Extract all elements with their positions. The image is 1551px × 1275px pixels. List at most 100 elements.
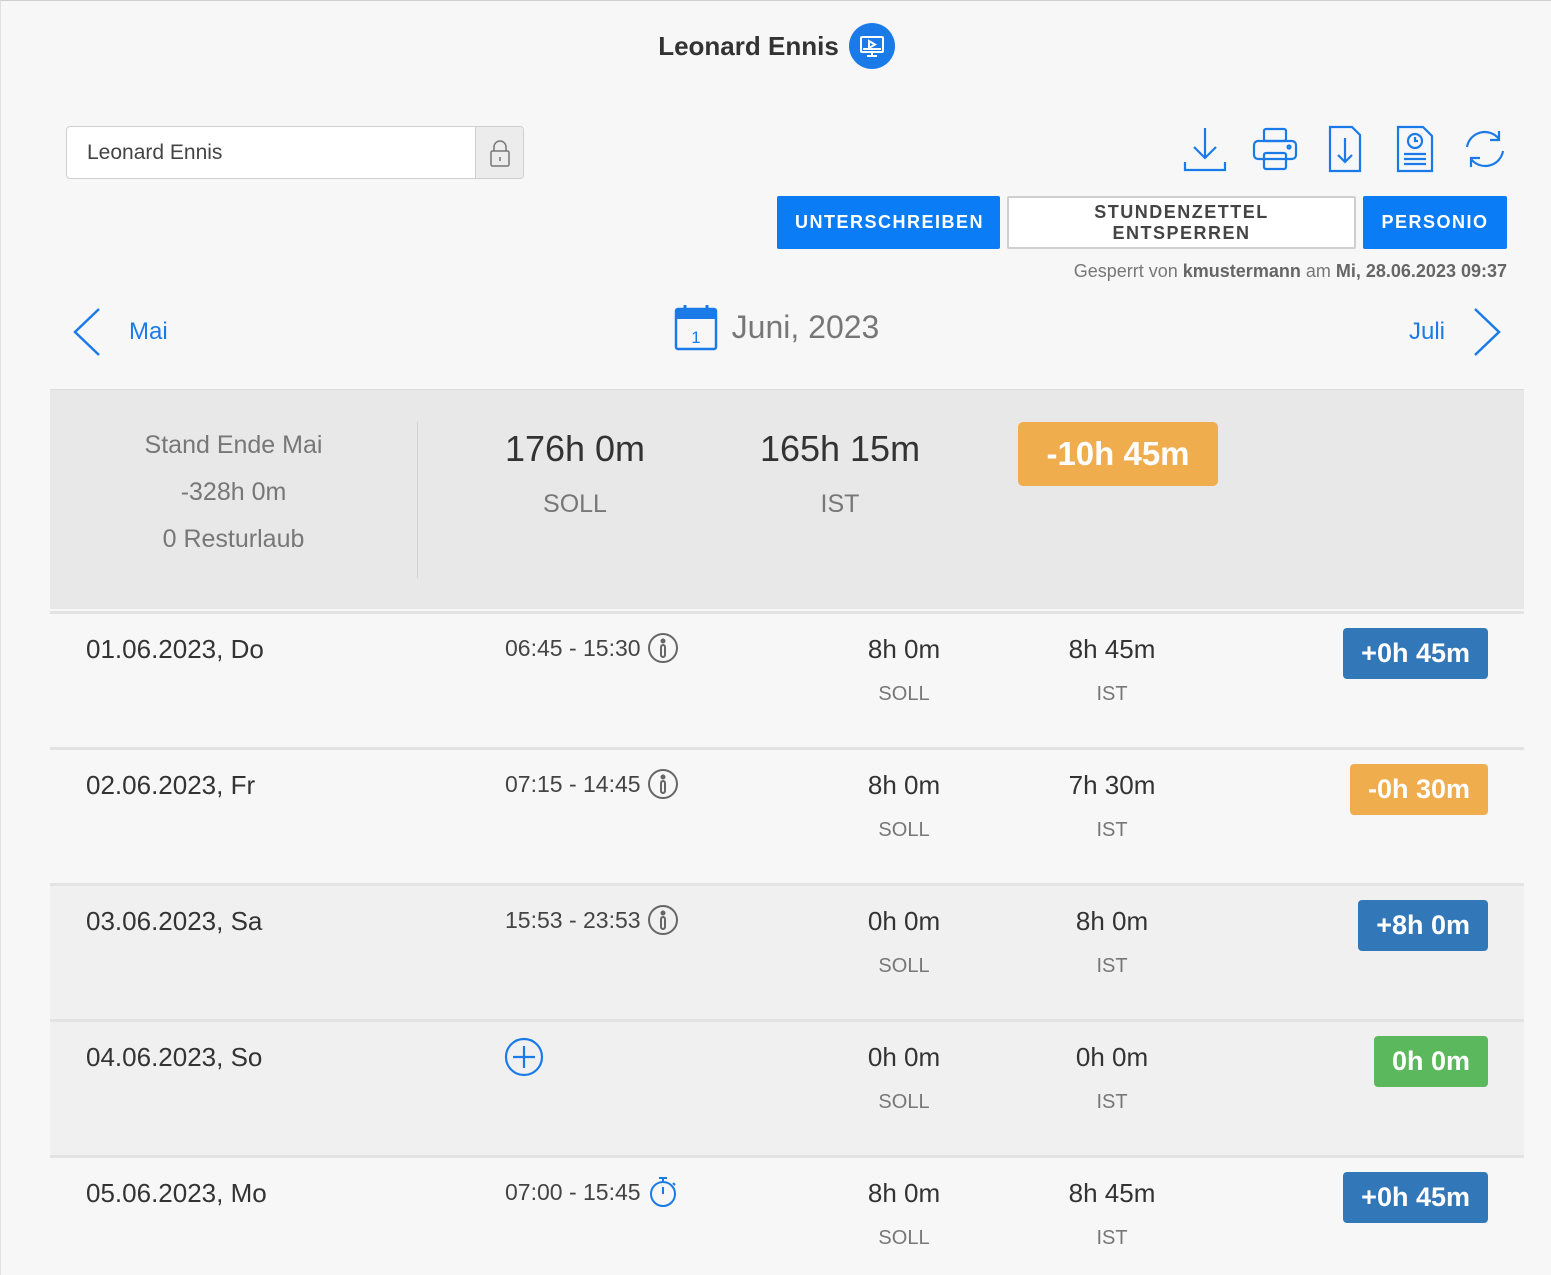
lock-note-prefix: Gesperrt von [1073, 261, 1178, 281]
lock-note-date: Mi, 28.06.2023 09:37 [1335, 261, 1507, 281]
carryover-value: -328h 0m [180, 478, 287, 506]
unlock-timesheet-button[interactable]: STUNDENZETTEL ENTSPERREN [1007, 196, 1356, 249]
day-soll: 0h 0m SOLL [840, 906, 968, 978]
day-soll-label: SOLL [878, 683, 930, 705]
summary-soll-value: 176h 0m [504, 428, 646, 469]
day-time-text: 06:45 - 15:30 [505, 634, 641, 661]
month-title: Juni, 2023 [731, 308, 880, 345]
month-summary: Stand Ende Mai -328h 0m 0 Resturlaub 176… [50, 389, 1524, 609]
day-ist-value: 8h 0m [1075, 906, 1149, 936]
summary-soll-label: SOLL [543, 490, 607, 518]
lock-note-mid: am [1305, 261, 1331, 281]
day-soll-label: SOLL [878, 819, 930, 841]
day-ist: 8h 45m IST [1048, 1178, 1176, 1250]
add-circle-icon [504, 1037, 544, 1077]
next-month-link[interactable]: Juli [1409, 306, 1503, 358]
info-icon[interactable] [647, 904, 679, 936]
day-date: 02.06.2023, Fr [86, 770, 256, 800]
day-list: 01.06.2023, Do 06:45 - 15:30 8h 0m SOLL … [50, 611, 1524, 1275]
page-title: Leonard Ennis [658, 30, 839, 61]
summary-ist-value: 165h 15m [759, 428, 921, 469]
day-soll: 8h 0m SOLL [840, 770, 968, 842]
day-time-range: 07:15 - 14:45 [505, 768, 679, 800]
download-icon[interactable] [1181, 123, 1229, 175]
day-ist-label: IST [1096, 955, 1128, 977]
day-ist-label: IST [1096, 1227, 1128, 1249]
action-buttons: UNTERSCHREIBEN STUNDENZETTEL ENTSPERREN … [777, 196, 1507, 249]
lock-status-note: Gesperrt von kmustermann am Mi, 28.06.20… [1074, 261, 1507, 282]
stopwatch-icon[interactable] [647, 1176, 679, 1208]
day-diff-badge: +8h 0m [1358, 900, 1488, 951]
day-soll-label: SOLL [878, 955, 930, 977]
calendar-icon[interactable]: 1 [674, 303, 718, 351]
day-soll-label: SOLL [878, 1227, 930, 1249]
day-ist-value: 7h 30m [1068, 770, 1156, 800]
day-soll-value: 8h 0m [867, 634, 941, 664]
day-time-range: 15:53 - 23:53 [505, 904, 679, 936]
refresh-icon[interactable] [1461, 123, 1509, 175]
toolbar [1181, 123, 1509, 175]
day-date: 05.06.2023, Mo [86, 1178, 267, 1208]
personio-button[interactable]: PERSONIO [1363, 196, 1507, 249]
day-ist: 0h 0m IST [1048, 1042, 1176, 1114]
day-ist: 8h 0m IST [1048, 906, 1176, 978]
day-ist-label: IST [1096, 683, 1128, 705]
day-soll-value: 8h 0m [867, 1178, 941, 1208]
day-date: 03.06.2023, Sa [86, 906, 263, 936]
day-soll: 8h 0m SOLL [840, 1178, 968, 1250]
day-ist-label: IST [1096, 819, 1128, 841]
carryover-block: Stand Ende Mai -328h 0m 0 Resturlaub [50, 422, 418, 578]
day-row: 02.06.2023, Fr 07:15 - 14:45 8h 0m SOLL … [50, 747, 1524, 883]
day-ist-value: 8h 45m [1068, 634, 1156, 664]
info-icon[interactable] [647, 768, 679, 800]
print-icon[interactable] [1251, 123, 1299, 175]
add-entry-button[interactable] [504, 1037, 544, 1082]
day-ist-label: IST [1096, 1091, 1128, 1113]
day-row: 04.06.2023, So 0h 0m SOLL 0h 0m IST 0h 0… [50, 1019, 1524, 1155]
page-header: Leonard Ennis [1, 23, 1551, 69]
chevron-right-icon [1474, 308, 1501, 356]
day-date: 01.06.2023, Do [86, 634, 264, 664]
employee-input[interactable] [67, 127, 475, 178]
monitor-play-icon[interactable] [848, 23, 895, 69]
day-time-range: 06:45 - 15:30 [505, 632, 679, 664]
day-soll-label: SOLL [878, 1091, 930, 1113]
day-time-text: 07:00 - 15:45 [505, 1178, 641, 1205]
day-time-text: 07:15 - 14:45 [505, 770, 641, 797]
lock-icon[interactable] [475, 127, 523, 178]
day-soll: 0h 0m SOLL [840, 1042, 968, 1114]
carryover-title: Stand Ende Mai [144, 431, 323, 459]
day-diff-badge: 0h 0m [1373, 1036, 1488, 1087]
day-ist: 7h 30m IST [1048, 770, 1176, 842]
current-month: 1 Juni, 2023 [1, 303, 1551, 351]
day-time-range: 07:00 - 15:45 [505, 1176, 679, 1208]
summary-ist: 165h 15m IST [730, 428, 950, 519]
day-diff-badge: -0h 30m [1349, 764, 1488, 815]
day-soll-value: 8h 0m [867, 770, 941, 800]
day-row: 01.06.2023, Do 06:45 - 15:30 8h 0m SOLL … [50, 611, 1524, 747]
timesheet-document-icon[interactable] [1391, 123, 1439, 175]
day-soll: 8h 0m SOLL [840, 634, 968, 706]
info-icon[interactable] [647, 632, 679, 664]
day-row: 03.06.2023, Sa 15:53 - 23:53 0h 0m SOLL … [50, 883, 1524, 1019]
day-row: 05.06.2023, Mo 07:00 - 15:45 8h 0m SOLL … [50, 1155, 1524, 1275]
calendar-day: 1 [691, 328, 700, 347]
day-soll-value: 0h 0m [867, 1042, 941, 1072]
sign-button[interactable]: UNTERSCHREIBEN [777, 196, 1000, 249]
summary-balance-badge: -10h 45m [1018, 422, 1218, 486]
file-download-icon[interactable] [1321, 123, 1369, 175]
day-diff-badge: +0h 45m [1343, 1172, 1488, 1223]
day-ist-value: 8h 45m [1068, 1178, 1156, 1208]
summary-ist-label: IST [820, 490, 860, 518]
day-ist-value: 0h 0m [1075, 1042, 1149, 1072]
employee-selector [66, 126, 524, 179]
summary-soll: 176h 0m SOLL [475, 428, 675, 519]
day-diff-badge: +0h 45m [1343, 628, 1488, 679]
day-soll-value: 0h 0m [867, 906, 941, 936]
day-time-text: 15:53 - 23:53 [505, 906, 641, 933]
lock-note-user: kmustermann [1182, 261, 1301, 281]
day-ist: 8h 45m IST [1048, 634, 1176, 706]
day-date: 04.06.2023, So [86, 1042, 263, 1072]
carryover-vacation: 0 Resturlaub [162, 525, 305, 553]
next-month-label: Juli [1408, 318, 1445, 345]
